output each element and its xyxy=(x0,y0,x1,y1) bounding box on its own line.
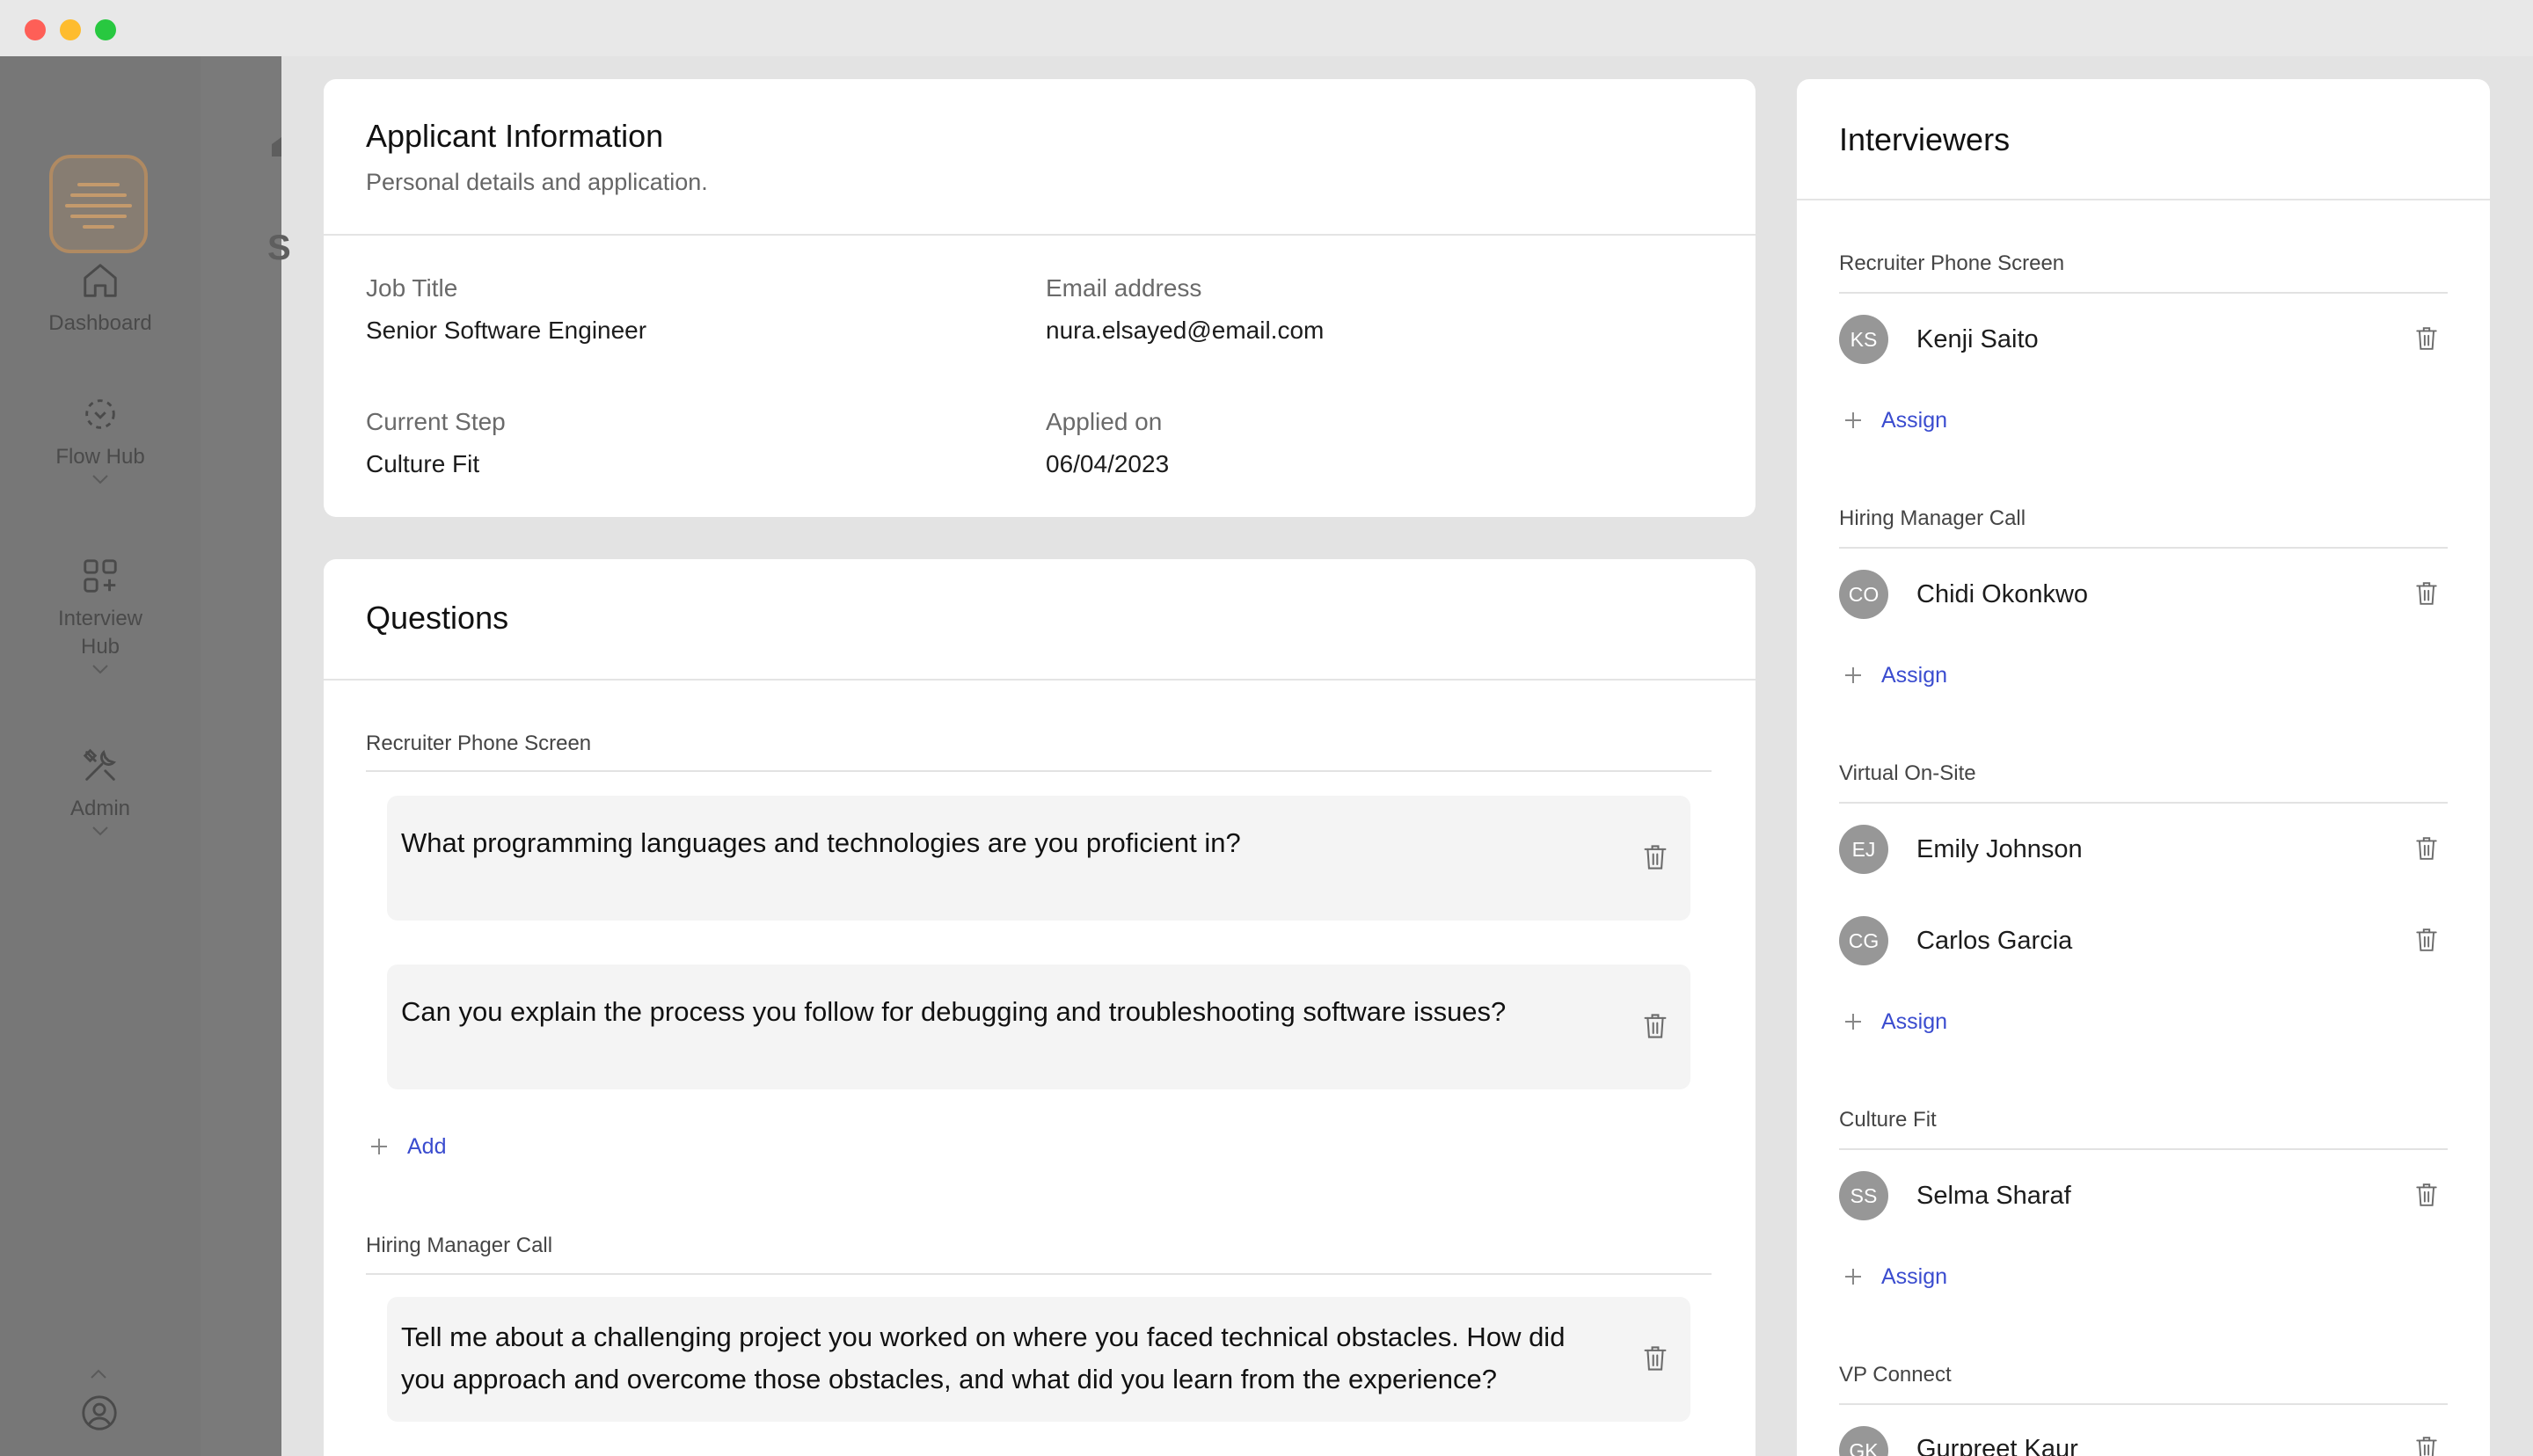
nav-item-flow-hub[interactable]: Flow Hub xyxy=(0,394,201,485)
trash-icon[interactable] xyxy=(1643,1344,1668,1372)
question-text: Tell me about a challenging project you … xyxy=(401,1321,1566,1394)
interviewers-card-header: Interviewers xyxy=(1797,79,2490,200)
assign-interviewer-button[interactable]: Assign xyxy=(1881,1264,1947,1290)
trash-icon[interactable] xyxy=(1643,843,1668,871)
interviewer-row-clip: GK Gurpreet Kaur xyxy=(1839,1416,2490,1456)
plus-icon[interactable] xyxy=(1843,666,1863,685)
grid-plus-icon xyxy=(84,559,117,593)
background-heading-fragment: S xyxy=(267,229,291,267)
job-title-label: Job Title xyxy=(366,274,458,302)
assign-interviewer-button[interactable]: Assign xyxy=(1881,408,1947,433)
interviewer-section-label: Virtual On-Site xyxy=(1839,761,1976,785)
avatar: CG xyxy=(1839,916,1888,965)
question-item[interactable]: Tell me about a challenging project you … xyxy=(387,1297,1690,1422)
question-text: Can you explain the process you follow f… xyxy=(401,996,1507,1027)
question-item[interactable]: Can you explain the process you follow f… xyxy=(387,965,1690,1089)
question-section-label: Recruiter Phone Screen xyxy=(366,732,592,755)
trash-icon[interactable] xyxy=(2415,1435,2438,1456)
plus-icon[interactable] xyxy=(1843,1012,1863,1031)
interviewers-card-title: Interviewers xyxy=(1839,121,2011,157)
interviewer-name: Emily Johnson xyxy=(1916,835,2083,863)
home-icon xyxy=(272,137,281,157)
trash-icon[interactable] xyxy=(2415,325,2438,352)
applied-on-label: Applied on xyxy=(1046,408,1163,435)
interviewer-section-label: Hiring Manager Call xyxy=(1839,506,2026,530)
add-question-button[interactable]: Add xyxy=(407,1134,446,1160)
interviewer-name: Chidi Okonkwo xyxy=(1916,580,2089,608)
chevron-down-icon[interactable] xyxy=(91,473,110,485)
close-window-button[interactable] xyxy=(25,19,46,40)
job-title-value: Senior Software Engineer xyxy=(366,317,647,344)
interviewer-name: Kenji Saito xyxy=(1916,325,2039,353)
flow-icon xyxy=(85,399,115,429)
trash-icon[interactable] xyxy=(1643,1012,1668,1040)
applied-on-value: 06/04/2023 xyxy=(1046,450,1170,477)
assign-interviewer-button[interactable]: Assign xyxy=(1881,1009,1947,1035)
sidebar: Dashboard Flow Hub Interview Hub Admin xyxy=(0,56,201,1456)
tools-icon xyxy=(83,748,116,781)
nav-item-admin[interactable]: Admin xyxy=(0,746,201,837)
interviewer-section-label: Recruiter Phone Screen xyxy=(1839,251,2065,275)
plus-icon[interactable] xyxy=(1843,411,1863,430)
trash-icon[interactable] xyxy=(2415,835,2438,862)
section-divider xyxy=(1839,547,2448,549)
nav-label-interview-hub: Interview Hub xyxy=(57,607,143,659)
interviewer-section-label: VP Connect xyxy=(1839,1363,1952,1387)
avatar: KS xyxy=(1839,315,1888,364)
plus-icon[interactable] xyxy=(369,1137,389,1156)
nav-label-flow-hub: Flow Hub xyxy=(55,445,145,469)
current-step-value: Culture Fit xyxy=(366,450,480,477)
avatar: GK xyxy=(1839,1426,1888,1456)
applicant-card-header: Applicant Information Personal details a… xyxy=(324,79,1756,236)
section-divider xyxy=(366,1273,1712,1275)
question-text: What programming languages and technolog… xyxy=(401,827,1241,858)
trash-icon[interactable] xyxy=(2415,927,2438,953)
zoom-window-button[interactable] xyxy=(95,19,116,40)
app-logo xyxy=(49,155,148,253)
applicant-card-title: Applicant Information xyxy=(366,118,664,154)
section-divider xyxy=(1839,802,2448,804)
avatar: CO xyxy=(1839,570,1888,619)
chevron-down-icon[interactable] xyxy=(91,825,110,837)
plus-icon[interactable] xyxy=(1843,1267,1863,1286)
trash-icon[interactable] xyxy=(2415,580,2438,607)
nav-item-dashboard[interactable]: Dashboard xyxy=(0,260,201,338)
trash-icon[interactable] xyxy=(2415,1182,2438,1208)
avatar: SS xyxy=(1839,1171,1888,1220)
assign-interviewer-button[interactable]: Assign xyxy=(1881,663,1947,688)
background-overlay[interactable]: S xyxy=(201,56,291,1456)
questions-card-header: Questions xyxy=(324,559,1756,681)
home-icon xyxy=(84,264,117,297)
current-step-label: Current Step xyxy=(366,408,506,435)
interviewer-name: Carlos Garcia xyxy=(1916,927,2073,955)
nav-item-interview-hub[interactable]: Interview Hub xyxy=(0,556,201,675)
chevron-down-icon[interactable] xyxy=(91,663,110,675)
window-titlebar xyxy=(0,0,2533,56)
minimize-window-button[interactable] xyxy=(60,19,81,40)
section-divider xyxy=(366,770,1712,772)
nav-label-dashboard: Dashboard xyxy=(48,311,152,335)
questions-card-title: Questions xyxy=(366,600,509,636)
interviewer-section-label: Culture Fit xyxy=(1839,1108,1937,1132)
avatar: EJ xyxy=(1839,825,1888,874)
question-item[interactable]: What programming languages and technolog… xyxy=(387,796,1690,921)
email-value: nura.elsayed@email.com xyxy=(1046,317,1325,344)
chevron-up-icon[interactable] xyxy=(89,1368,108,1380)
user-profile-icon[interactable] xyxy=(79,1393,120,1433)
section-divider xyxy=(1839,1403,2448,1405)
section-divider xyxy=(1839,292,2448,294)
applicant-information-card: Applicant Information Personal details a… xyxy=(324,79,1756,517)
applicant-card-subtitle: Personal details and application. xyxy=(366,169,708,195)
nav-label-admin: Admin xyxy=(69,797,131,820)
interviewer-name: Gurpreet Kaur xyxy=(1916,1435,2078,1456)
section-divider xyxy=(1839,1148,2448,1150)
interviewer-name: Selma Sharaf xyxy=(1916,1182,2071,1210)
email-label: Email address xyxy=(1046,274,1202,302)
question-section-label: Hiring Manager Call xyxy=(366,1234,553,1257)
